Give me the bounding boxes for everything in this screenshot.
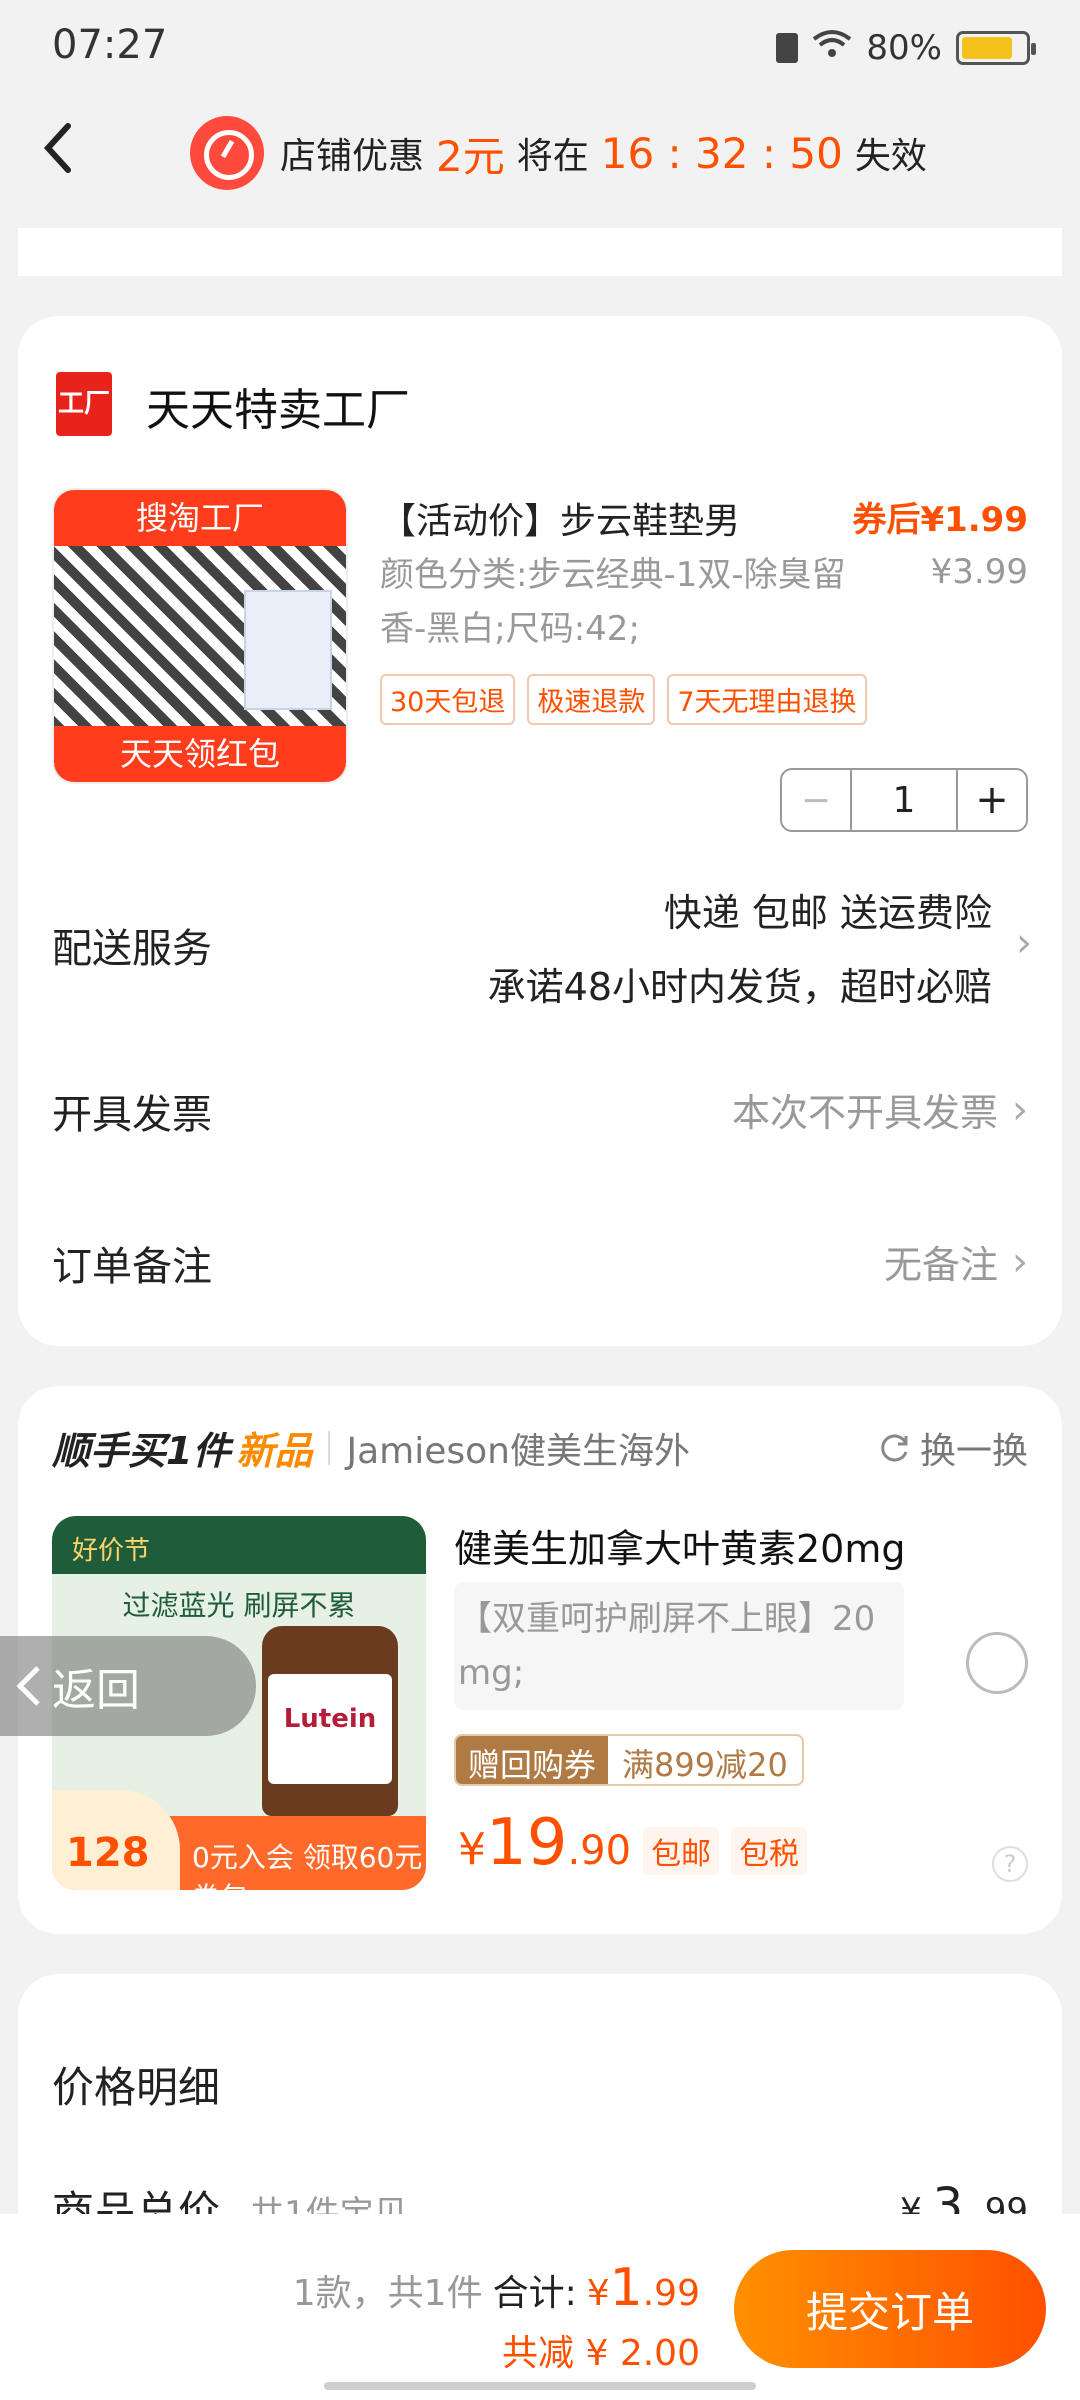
recommend-title[interactable]: 健美生加拿大叶黄素20mg — [454, 1518, 906, 1573]
product-image[interactable]: 搜淘工厂 天天领红包 — [52, 488, 348, 784]
select-radio[interactable] — [966, 1632, 1028, 1694]
checkout-bar: 1款，共1件 合计: ¥1.99 共减 ¥ 2.00 提交订单 — [0, 2214, 1080, 2400]
service-tag: 30天包退 — [380, 674, 516, 725]
chevron-right-icon: › — [1012, 1086, 1028, 1133]
back-button[interactable] — [38, 118, 88, 188]
chevron-left-icon — [43, 123, 71, 173]
status-time: 07:27 — [52, 22, 168, 68]
coupon-badge: 赠回购券 满899减20 — [454, 1734, 804, 1786]
sim-icon — [776, 33, 799, 63]
product-title[interactable]: 【活动价】步云鞋垫男 — [380, 492, 740, 544]
amount-int: 1 — [609, 2258, 643, 2318]
promo-mid: 将在 — [516, 136, 589, 177]
note-value: 无备注 — [883, 1243, 998, 1287]
price-int: 19 — [486, 1806, 568, 1880]
chevron-right-icon: › — [1012, 1238, 1028, 1285]
invoice-row[interactable]: 本次不开具发票 › — [732, 1082, 1028, 1137]
price-currency: ¥ — [458, 1824, 486, 1875]
service-tags: 30天包退 极速退款 7天无理由退换 — [380, 674, 867, 725]
home-indicator[interactable] — [324, 2382, 756, 2390]
product-original-price: ¥3.99 — [930, 552, 1028, 592]
coupon-left: 赠回购券 — [456, 1736, 609, 1784]
quantity-stepper: − 1 + — [780, 768, 1028, 832]
total-label: 合计: — [492, 2273, 577, 2314]
chevron-right-icon[interactable]: › — [1016, 920, 1032, 966]
discount-total[interactable]: 共减 ¥ 2.00 — [502, 2324, 700, 2376]
promo-suffix: 失效 — [854, 136, 927, 177]
product-spec[interactable]: 颜色分类:步云经典-1双-除臭留香-黑白;尺码:42; — [380, 548, 850, 656]
bottle-label: Lutein — [268, 1674, 392, 1784]
recommend-prefix: 顺手买1件 — [52, 1429, 231, 1473]
product-image-top-banner: 搜淘工厂 — [54, 490, 346, 546]
address-card-edge — [18, 228, 1062, 276]
invoice-label: 开具发票 — [52, 1092, 212, 1138]
quantity-value[interactable]: 1 — [852, 770, 956, 830]
price-dec: .90 — [567, 1828, 632, 1874]
image-price-badge: 128 — [52, 1790, 180, 1890]
floating-back-label: 返回 — [52, 1665, 140, 1716]
shipping-promise[interactable]: 承诺48小时内发货，超时必赔 — [488, 956, 992, 1011]
total-amount: ¥1.99 — [587, 2258, 700, 2318]
image-subtitle: 过滤蓝光 刷屏不累 — [122, 1589, 356, 1622]
tax-included-pill: 包税 — [731, 1827, 808, 1875]
refresh-icon — [881, 1434, 908, 1462]
recommend-brand[interactable]: Jamieson健美生海外 — [346, 1422, 690, 1474]
recommend-price: ¥ 19 .90 包邮 包税 — [458, 1806, 808, 1880]
header: 店铺优惠 2元 将在 16 : 32 : 50 失效 — [0, 100, 1080, 210]
promo-amount: 2元 — [436, 131, 505, 181]
increase-button[interactable]: + — [956, 770, 1026, 830]
coupon-right: 满899减20 — [622, 1746, 788, 1784]
divider — [328, 1430, 331, 1465]
floating-back-button[interactable]: 返回 — [0, 1636, 256, 1736]
service-tag: 极速退款 — [527, 674, 656, 725]
promo-countdown: 16 : 32 : 50 — [600, 128, 843, 178]
wifi-icon — [812, 28, 852, 68]
timer-icon — [190, 116, 264, 190]
bottle-graphic: Lutein — [262, 1626, 398, 1816]
shipping-label: 配送服务 — [52, 926, 212, 972]
invoice-value: 本次不开具发票 — [731, 1091, 998, 1135]
amount-dec: .99 — [642, 2273, 700, 2314]
item-count: 1款，共1件 — [292, 2273, 483, 2314]
store-order-card: 工厂 天天特卖工厂 搜淘工厂 天天领红包 【活动价】步云鞋垫男 券后¥1.99 … — [18, 316, 1062, 1346]
decrease-button[interactable]: − — [782, 770, 852, 830]
store-logo: 工厂 — [56, 372, 112, 436]
status-bar: 07:27 80% — [0, 0, 1080, 100]
note-row[interactable]: 无备注 › — [884, 1234, 1028, 1289]
amount-currency: ¥ — [586, 2273, 610, 2314]
battery-icon — [956, 31, 1036, 65]
store-promo-banner: 店铺优惠 2元 将在 16 : 32 : 50 失效 — [190, 108, 927, 198]
battery-percent: 80% — [866, 28, 942, 68]
swap-label: 换一换 — [919, 1431, 1028, 1472]
help-icon[interactable]: ? — [992, 1846, 1028, 1882]
free-shipping-pill: 包邮 — [643, 1827, 720, 1875]
chevron-left-icon — [16, 1666, 40, 1706]
note-label: 订单备注 — [52, 1244, 212, 1290]
submit-order-button[interactable]: 提交订单 — [734, 2250, 1046, 2368]
product-coupon-price: 券后¥1.99 — [852, 500, 1028, 540]
shipping-methods[interactable]: 快递 包邮 送运费险 — [664, 882, 992, 937]
recommend-desc: 【双重呵护刷屏不上眼】20 mg; — [454, 1582, 904, 1710]
price-detail-title: 价格明细 — [52, 2063, 221, 2112]
store-name[interactable]: 天天特卖工厂 — [146, 374, 410, 438]
order-summary: 1款，共1件 合计: ¥1.99 — [293, 2258, 700, 2318]
status-right: 80% — [776, 28, 1036, 68]
promo-prefix: 店铺优惠 — [280, 136, 425, 177]
service-tag: 7天无理由退换 — [667, 674, 867, 725]
image-banner: 好价节 — [52, 1516, 426, 1574]
product-image-bottom-banner: 天天领红包 — [54, 726, 346, 782]
swap-button[interactable]: 换一换 — [876, 1422, 1028, 1474]
recommend-header: 顺手买1件 新品 Jamieson健美生海外 — [52, 1420, 690, 1475]
package-tag — [244, 590, 332, 710]
recommend-new-tag: 新品 — [236, 1429, 313, 1473]
